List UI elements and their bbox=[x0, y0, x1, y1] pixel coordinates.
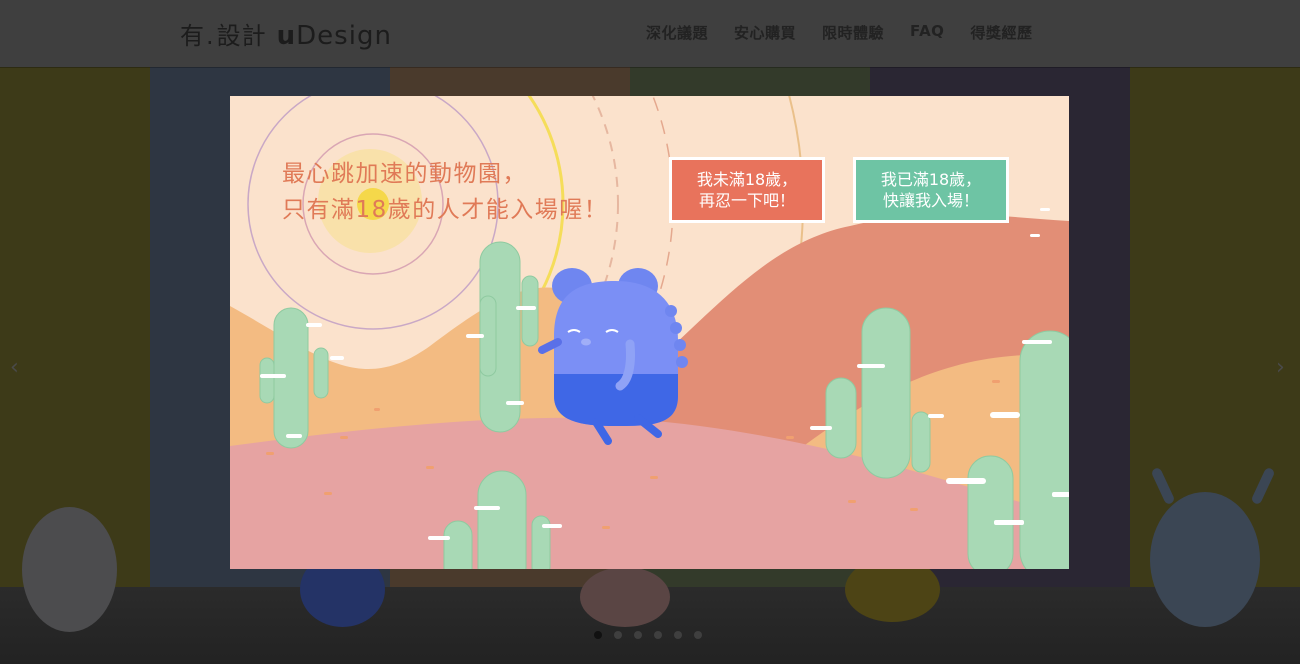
logo-text-zh2: 設計 bbox=[216, 22, 267, 50]
logo-text-en: uDesign bbox=[277, 21, 392, 51]
site-logo[interactable]: 有 . 設計 uDesign bbox=[180, 16, 392, 51]
main-nav: 深化議題 安心購買 限時體驗 FAQ 得獎經歷 bbox=[646, 22, 1032, 43]
under-18-button-line2: 再忍一下吧！ bbox=[698, 191, 795, 210]
age-gate-message-line1: 最心跳加速的動物園， bbox=[282, 161, 527, 187]
slider-pagination bbox=[594, 631, 702, 639]
over-18-button-line2: 快讓我入場！ bbox=[882, 191, 979, 210]
slider-dot[interactable] bbox=[654, 631, 662, 639]
nav-item-trial[interactable]: 限時體驗 bbox=[822, 22, 884, 43]
slider-dot[interactable] bbox=[634, 631, 642, 639]
age-gate-message: 最心跳加速的動物園， 只有滿18歲的人才能入場喔！ bbox=[282, 156, 608, 228]
monster-illustration bbox=[538, 268, 688, 445]
age-gate-message-line2: 只有滿18歲的人才能入場喔！ bbox=[282, 197, 609, 223]
nav-item-purchase[interactable]: 安心購買 bbox=[734, 22, 796, 43]
chevron-right-icon[interactable]: › bbox=[1276, 355, 1285, 380]
under-18-button[interactable]: 我未滿18歲， 再忍一下吧！ bbox=[669, 157, 825, 223]
under-18-button-line1: 我未滿18歲， bbox=[696, 170, 798, 189]
logo-en-bold: u bbox=[276, 21, 297, 51]
product-figure bbox=[580, 567, 670, 627]
age-verification-modal: 最心跳加速的動物園， 只有滿18歲的人才能入場喔！ 我未滿18歲， 再忍一下吧！… bbox=[230, 96, 1069, 569]
product-figure bbox=[1150, 492, 1260, 627]
site-header: 有 . 設計 uDesign 深化議題 安心購買 限時體驗 FAQ 得獎經歷 bbox=[0, 0, 1300, 67]
over-18-button-line1: 我已滿18歲， bbox=[880, 170, 982, 189]
logo-en-rest: Design bbox=[296, 21, 392, 51]
slider-dot[interactable] bbox=[614, 631, 622, 639]
slider-dot[interactable] bbox=[594, 631, 602, 639]
nav-item-issues[interactable]: 深化議題 bbox=[646, 22, 708, 43]
nav-item-faq[interactable]: FAQ bbox=[910, 22, 944, 43]
product-figure bbox=[22, 507, 117, 632]
over-18-button[interactable]: 我已滿18歲， 快讓我入場！ bbox=[853, 157, 1009, 223]
slider-dot[interactable] bbox=[694, 631, 702, 639]
chevron-left-icon[interactable]: ‹ bbox=[10, 355, 19, 380]
logo-text-zh: 有 bbox=[180, 22, 205, 50]
slider-dot[interactable] bbox=[674, 631, 682, 639]
logo-dot: . bbox=[206, 22, 215, 50]
nav-item-awards[interactable]: 得獎經歷 bbox=[970, 22, 1032, 43]
